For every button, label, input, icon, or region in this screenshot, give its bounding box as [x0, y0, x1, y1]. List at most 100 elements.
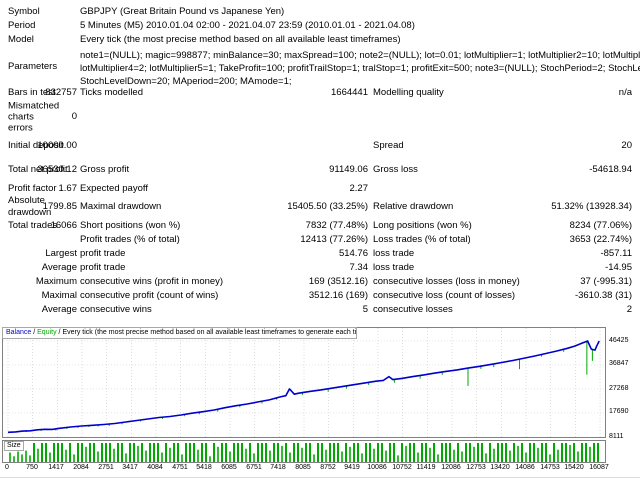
model-value: Every tick (the most precise method base…	[80, 34, 401, 45]
size-bar	[265, 443, 267, 462]
legend-balance-label: Balance	[6, 329, 32, 336]
bars-value: 832757	[45, 87, 77, 98]
size-bar	[445, 443, 447, 462]
total-trades-value: 16066	[50, 220, 77, 231]
size-bar	[505, 443, 507, 462]
size-bar	[57, 443, 59, 462]
size-bar	[29, 455, 31, 462]
parameters-value: note1=(NULL); magic=998877; minBalance=3…	[80, 49, 640, 88]
size-bar	[225, 443, 227, 462]
size-bar	[513, 443, 515, 462]
parameters-line: lotMultiplier4=2; lotMultiplier5=1; Take…	[80, 63, 640, 74]
size-bar	[221, 443, 223, 462]
size-bar	[101, 443, 103, 462]
size-bar	[361, 453, 363, 462]
size-bar	[345, 443, 347, 462]
loss-trades-value: 3653 (22.74%)	[569, 234, 632, 245]
size-bar	[577, 451, 579, 462]
size-bar	[237, 443, 239, 462]
size-bar	[425, 443, 427, 462]
mismatched-label: Mismatched charts errors	[8, 100, 60, 134]
size-bar	[217, 446, 219, 462]
spread-label: Spread	[373, 140, 404, 151]
size-bar	[257, 443, 259, 462]
size-bar	[197, 449, 199, 462]
size-bar	[313, 454, 315, 462]
size-bar	[105, 443, 107, 462]
profit-factor-value: 1.67	[58, 182, 78, 194]
size-bar	[453, 449, 455, 462]
long-positions-label: Long positions (won %)	[373, 220, 472, 231]
size-bar	[421, 443, 423, 462]
size-bar	[133, 443, 135, 462]
size-bar	[433, 443, 435, 462]
report-row-average-trade: Average profit trade 7.34 loss trade -14…	[0, 261, 640, 275]
short-positions-label: Short positions (won %)	[80, 220, 181, 231]
size-bar	[365, 443, 367, 462]
size-bar	[141, 443, 143, 462]
maximal-consec-profit-value: 3512.16 (169)	[308, 290, 368, 301]
size-bar	[77, 443, 79, 462]
size-bar	[357, 443, 359, 462]
page-separator	[0, 477, 640, 478]
modelling-quality-label: Modelling quality	[373, 87, 444, 98]
size-bar	[581, 443, 583, 462]
size-bar	[229, 451, 231, 462]
avg-consec-wins-label: consecutive wins	[80, 304, 152, 315]
size-bar	[537, 447, 539, 463]
size-bar	[205, 443, 207, 462]
period-value: 5 Minutes (M5) 2010.01.04 02:00 - 2021.0…	[80, 20, 415, 31]
legend-equity-label: Equity	[37, 329, 57, 336]
maximal-drawdown-label: Maximal drawdown	[80, 201, 162, 212]
size-bar	[25, 450, 27, 462]
total-net-profit-value: 36530.12	[37, 164, 77, 175]
size-bar	[449, 443, 451, 462]
y-tick-label: 8111	[609, 433, 624, 440]
size-bar	[385, 450, 387, 462]
parameters-label: Parameters	[8, 60, 58, 72]
size-bar	[509, 450, 511, 462]
size-bar	[525, 452, 527, 462]
size-bar	[529, 443, 531, 462]
size-bar	[545, 443, 547, 462]
size-bar	[305, 443, 307, 462]
relative-drawdown-value: 51.32% (13928.34)	[551, 201, 632, 212]
size-bar	[381, 443, 383, 462]
size-bar	[169, 447, 171, 463]
size-bar	[69, 443, 71, 462]
largest-keyword: Largest	[45, 248, 77, 259]
relative-drawdown-label: Relative drawdown	[373, 201, 454, 212]
size-bar	[21, 454, 23, 462]
size-bar	[49, 452, 51, 462]
size-bar	[153, 443, 155, 462]
size-bar	[297, 443, 299, 462]
report-row-absolute-drawdown: Absolute drawdown 1799.85 Maximal drawdo…	[0, 195, 640, 219]
size-chart-canvas	[9, 443, 599, 463]
size-bar	[233, 443, 235, 462]
size-bar	[9, 452, 11, 462]
size-bar	[189, 443, 191, 462]
size-bar	[109, 443, 111, 462]
gross-profit-label: Gross profit	[80, 164, 130, 175]
size-bar	[137, 445, 139, 462]
size-bar	[477, 443, 479, 462]
report-row-initial-deposit: Initial deposit 10000.00 Spread 20	[0, 134, 640, 158]
mismatched-value: 0	[71, 111, 77, 122]
maximal-keyword: Maximal	[41, 290, 77, 301]
report-row-period: Period 5 Minutes (M5) 2010.01.04 02:00 -…	[0, 19, 640, 33]
size-bar	[149, 443, 151, 462]
size-bar	[565, 443, 567, 462]
strategy-tester-report: Symbol GBPJPY (Great Britain Pound vs Ja…	[0, 0, 640, 480]
report-row-maximum-consecutive: Maximum consecutive wins (profit in mone…	[0, 275, 640, 289]
size-bar	[285, 443, 287, 462]
size-bar	[409, 443, 411, 462]
size-bar	[561, 443, 563, 462]
size-bar	[321, 443, 323, 462]
x-tick-label: 16087	[589, 464, 609, 471]
y-tick-label: 36847	[609, 360, 629, 367]
parameters-line: note1=(NULL); magic=998877; minBalance=3…	[80, 50, 640, 61]
size-bar	[377, 443, 379, 462]
report-row-bars-in-test: Bars in test 832757 Ticks modelled 16644…	[0, 86, 640, 100]
report-row-parameters: Parameters note1=(NULL); magic=998877; m…	[0, 47, 640, 88]
size-bar	[465, 443, 467, 462]
